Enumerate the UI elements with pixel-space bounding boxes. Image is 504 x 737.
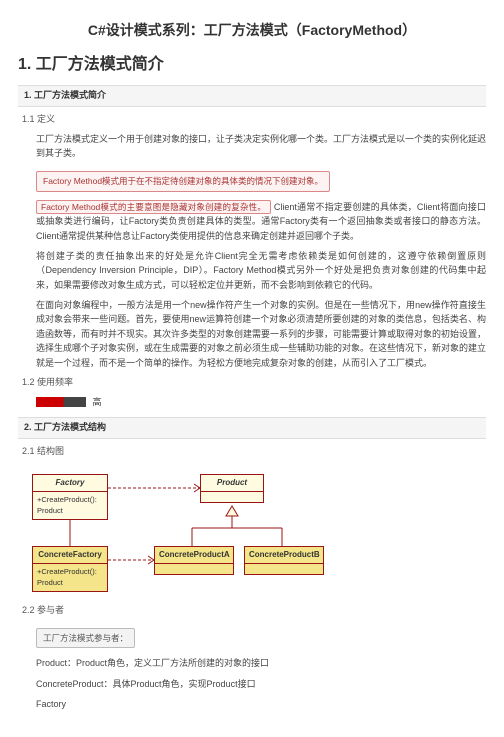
star-rating-icon	[36, 397, 86, 407]
uml-factory-method: +CreateProduct(): Product	[33, 492, 107, 519]
paragraph-3: 将创建子类的责任抽象出来的好处是允许Client完全无需考虑依赖类是如何创建的，…	[36, 249, 486, 292]
uml-cpb-name: ConcreteProductB	[245, 547, 323, 564]
subsection-1-1: 1.1 定义	[22, 113, 486, 127]
uml-concrete-product-b: ConcreteProductB	[244, 546, 324, 575]
paragraph-2: Factory Method模式的主要意图是隐藏对象创建的复杂性。 Client…	[36, 200, 486, 243]
uml-product-name: Product	[201, 475, 263, 492]
uml-cf-name: ConcreteFactory	[33, 547, 107, 564]
uml-cpa-name: ConcreteProductA	[155, 547, 233, 564]
paragraph-4: 在面向对象编程中，一般方法是用一个new操作符产生一个对象的实例。但是在一些情况…	[36, 298, 486, 370]
uml-concrete-factory: ConcreteFactory +CreateProduct(): Produc…	[32, 546, 108, 592]
paragraph-definition: 工厂方法模式定义一个用于创建对象的接口，让子类决定实例化哪一个类。工厂方法模式是…	[36, 132, 486, 161]
uml-cpb-body	[245, 564, 323, 574]
uml-cpa-body	[155, 564, 233, 574]
frequency-row: 高	[18, 396, 486, 410]
subsection-2-2: 2.2 参与者	[22, 604, 486, 618]
grey-box-participants: 工厂方法模式参与者：	[36, 628, 135, 649]
highlight-box-2: Factory Method模式的主要意图是隐藏对象创建的复杂性。	[36, 200, 271, 214]
participant-concrete-product: ConcreteProduct：具体Product角色，实现Product接口	[36, 677, 486, 691]
uml-factory-name: Factory	[33, 475, 107, 492]
uml-diagram: Factory +CreateProduct(): Product Produc…	[22, 468, 486, 598]
participant-factory: Factory	[36, 697, 486, 711]
subsection-2-1: 2.1 结构图	[22, 445, 486, 459]
frequency-label: 高	[93, 397, 102, 407]
subheader-bar-1: 1. 工厂方法模式简介	[18, 85, 486, 107]
uml-cf-method: +CreateProduct(): Product	[33, 564, 107, 591]
uml-product: Product	[200, 474, 264, 503]
participant-product: Product：Product角色，定义工厂方法所创建的对象的接口	[36, 656, 486, 670]
uml-product-body	[201, 492, 263, 502]
section-heading-1: 1. 工厂方法模式简介	[18, 53, 486, 77]
subsection-1-2: 1.2 使用频率	[22, 376, 486, 390]
highlight-box-1: Factory Method模式用于在不指定待创建对象的具体类的情况下创建对象。	[36, 171, 330, 192]
subheader-bar-2: 2. 工厂方法模式结构	[18, 417, 486, 439]
uml-factory: Factory +CreateProduct(): Product	[32, 474, 108, 520]
page-title: C#设计模式系列：工厂方法模式（FactoryMethod）	[18, 20, 486, 41]
uml-concrete-product-a: ConcreteProductA	[154, 546, 234, 575]
